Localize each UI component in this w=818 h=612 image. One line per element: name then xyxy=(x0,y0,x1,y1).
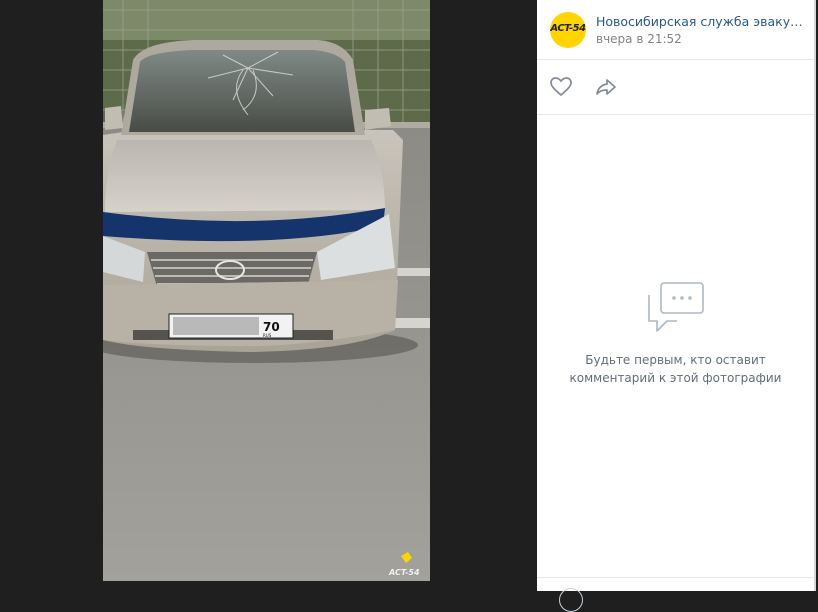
like-button[interactable] xyxy=(549,75,573,99)
post-photo[interactable]: 70 RUS ACT-54 xyxy=(103,0,430,581)
car-photo-image: 70 RUS ACT-54 xyxy=(103,0,430,581)
watermark-text: ACT-54 xyxy=(388,568,420,577)
group-name-link[interactable]: Новосибирская служба эвакуации... xyxy=(596,14,806,29)
comments-area: Будьте первым, кто оставит комментарий к… xyxy=(537,115,814,577)
group-avatar[interactable]: ACT-54 xyxy=(550,12,586,48)
no-comments-line-2: комментарий к этой фотографии xyxy=(569,371,782,385)
comment-composer xyxy=(537,577,814,612)
user-avatar[interactable] xyxy=(559,588,583,612)
post-date[interactable]: вчера в 21:52 xyxy=(596,32,682,46)
photo-viewer: 70 RUS ACT-54 xyxy=(0,0,537,591)
no-comments-line-1: Будьте первым, кто оставит xyxy=(585,353,766,367)
post-actions xyxy=(537,60,814,115)
avatar-logo-text: ACT-54 xyxy=(550,23,586,34)
heart-icon xyxy=(550,77,572,97)
post-header: ACT-54 Новосибирская служба эвакуации...… xyxy=(537,0,814,60)
no-comments-message: Будьте первым, кто оставит комментарий к… xyxy=(537,351,814,387)
plate-country-text: RUS xyxy=(263,333,272,338)
share-icon xyxy=(596,79,616,95)
comment-bubble-icon xyxy=(648,282,704,332)
plate-region-text: 70 xyxy=(263,320,280,334)
post-sidebar: ACT-54 Новосибирская служба эвакуации...… xyxy=(537,0,816,612)
share-button[interactable] xyxy=(594,75,618,99)
